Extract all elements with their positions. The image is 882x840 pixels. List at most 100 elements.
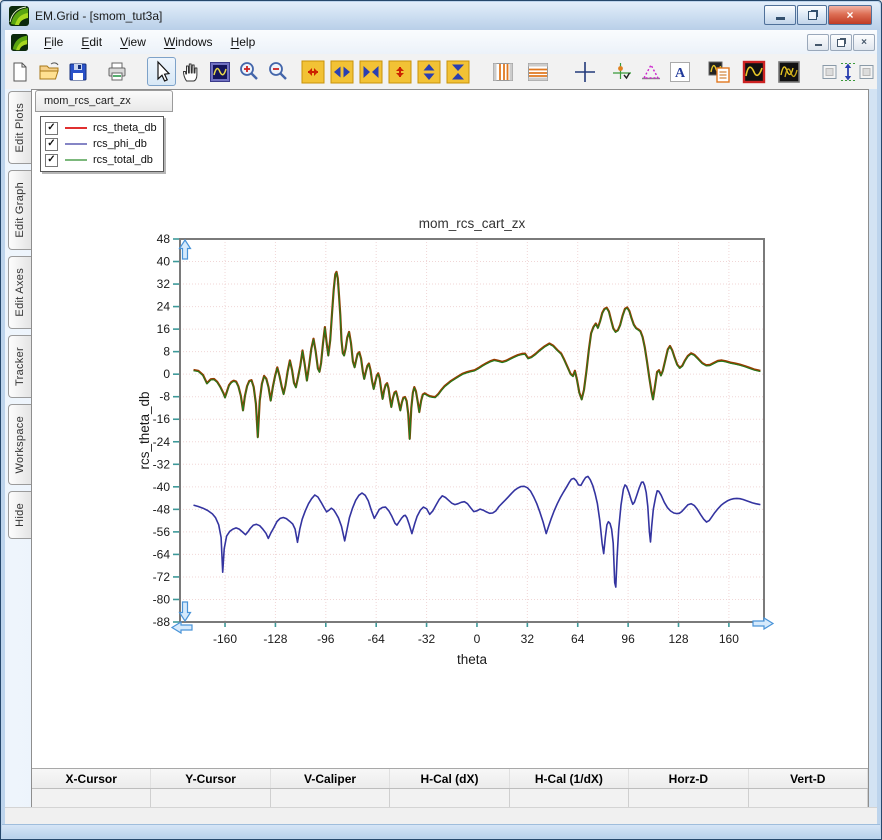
mdi-minimize-button[interactable] — [807, 34, 829, 51]
legend-box[interactable]: ✓ rcs_theta_db ✓ rcs_phi_db ✓ rcs_total_db — [40, 116, 164, 172]
y-tick-label: -24 — [153, 435, 171, 449]
readout-value — [629, 789, 749, 807]
title-bar[interactable]: EM.Grid - [smom_tut3a] × — [2, 2, 880, 30]
menu-item-view[interactable]: View — [111, 32, 155, 52]
sidebar-tab-strip: Edit Plots Edit Graph Edit Axes Tracker Work… — [5, 91, 31, 539]
graph-dark-icon — [777, 60, 801, 84]
tracker-icon — [610, 60, 634, 84]
multi-graph-button[interactable] — [774, 57, 803, 86]
shrink-x-button[interactable] — [327, 57, 356, 86]
chart-title: mom_rcs_cart_zx — [419, 216, 526, 231]
y-tick-label: 24 — [157, 300, 171, 314]
pan-down-arrow-icon — [178, 601, 192, 623]
pan-up-arrow-icon — [178, 238, 192, 260]
readout-header-y-cursor: Y-Cursor — [151, 769, 271, 788]
mdi-restore-button[interactable] — [830, 34, 852, 51]
readout-header-h-cal-dx-: H-Cal (dX) — [390, 769, 510, 788]
svg-text:A: A — [674, 66, 685, 81]
shrink-y-button[interactable] — [414, 57, 443, 86]
legend-checkbox[interactable]: ✓ — [45, 121, 58, 135]
y-tick-label: -88 — [153, 615, 171, 629]
v-autofit-control[interactable] — [819, 57, 877, 86]
readout-value — [509, 789, 630, 807]
sidebar-tab-edit-axes[interactable]: Edit Axes — [8, 256, 31, 329]
graph-style-button[interactable] — [739, 57, 768, 86]
expand-y-button[interactable] — [385, 57, 414, 86]
x-axis-label: theta — [457, 652, 488, 667]
sidebar-tab-workspace[interactable]: Workspace — [8, 403, 31, 486]
legend-checkbox[interactable]: ✓ — [45, 137, 58, 151]
pan-left-arrow-icon — [170, 620, 193, 635]
vertical-gridlines-button[interactable] — [488, 57, 517, 86]
menu-item-file[interactable]: File — [35, 32, 72, 52]
menu-item-edit[interactable]: Edit — [72, 32, 111, 52]
y-tick-label: -48 — [153, 502, 171, 516]
app-logo-icon — [9, 6, 29, 26]
zoom-in-button[interactable] — [234, 57, 263, 86]
window-bottom-border — [2, 824, 880, 838]
graph-red-icon — [742, 60, 766, 84]
select-tool-button[interactable] — [147, 57, 176, 86]
sidebar-tab-edit-plots[interactable]: Edit Plots — [8, 91, 31, 165]
x-tick-label: -128 — [263, 632, 287, 646]
v-shrink-icon — [417, 60, 441, 84]
y-tick-label: 40 — [157, 255, 171, 269]
open-button[interactable] — [34, 57, 63, 86]
new-file-icon — [8, 60, 32, 84]
legend-line-swatch — [65, 143, 87, 145]
open-folder-icon — [37, 60, 61, 84]
pan-arrows[interactable] — [170, 238, 775, 635]
mirror-x-button[interactable] — [356, 57, 385, 86]
chart-canvas[interactable]: 48 40 32 24 16 8 0 -8 -16 -24 -32 -40 -48 -56 -64 -72 -8… — [32, 90, 868, 807]
v-gridlines-icon — [491, 60, 515, 84]
close-button[interactable]: × — [828, 5, 872, 25]
horizontal-gridlines-button[interactable] — [523, 57, 552, 86]
minimize-button[interactable] — [764, 5, 796, 25]
readout-value — [32, 789, 152, 807]
readout-header-horz-d: Horz-D — [629, 769, 749, 788]
legend-line-swatch — [65, 159, 87, 161]
tracker-readout-table: X-Cursor Y-Cursor V-Caliper H-Cal (dX) H-Cal… — [32, 768, 868, 807]
readout-value — [270, 789, 391, 807]
plot-border — [179, 238, 765, 623]
tick-marks — [173, 238, 730, 627]
x-tick-label: -32 — [418, 632, 436, 646]
x-tick-label: 64 — [571, 632, 585, 646]
sidebar-tab-tracker[interactable]: Tracker — [8, 334, 31, 398]
legend-label: rcs_theta_db — [93, 122, 157, 134]
tracker-button[interactable] — [607, 57, 636, 86]
sidebar-tab-edit-graph[interactable]: Edit Graph — [8, 170, 31, 251]
plot-properties-button[interactable] — [704, 57, 733, 86]
restore-button[interactable] — [797, 5, 827, 25]
y-tick-label: -40 — [153, 480, 171, 494]
menu-item-windows[interactable]: Windows — [155, 32, 222, 52]
expand-x-button[interactable] — [298, 57, 327, 86]
zoom-region-button[interactable] — [205, 57, 234, 86]
h-shrink-icon — [330, 60, 354, 84]
crosshair-button[interactable] — [570, 57, 599, 86]
legend-item-rcs_phi_db: ✓ rcs_phi_db — [45, 136, 157, 152]
caliper-button[interactable] — [636, 57, 665, 86]
x-tick-label: 128 — [668, 632, 688, 646]
y-tick-label: -32 — [153, 457, 171, 471]
menu-item-help[interactable]: Help — [222, 32, 265, 52]
zoom-out-button[interactable] — [263, 57, 292, 86]
y-tick-label: 0 — [163, 367, 170, 381]
print-button[interactable] — [102, 57, 131, 86]
sidebar-tab-label: Edit Graph — [14, 182, 26, 239]
sidebar-tab-hide[interactable]: Hide — [8, 491, 31, 539]
mdi-close-button[interactable]: × — [853, 34, 875, 51]
h-mirror-icon — [359, 60, 383, 84]
v-mirror-icon — [446, 60, 470, 84]
save-button[interactable] — [63, 57, 92, 86]
legend-checkbox[interactable]: ✓ — [45, 153, 58, 167]
legend-line-swatch — [65, 127, 87, 129]
h-expand-icon — [301, 60, 325, 84]
sidebar-tab-label: Workspace — [14, 415, 26, 474]
new-file-button[interactable] — [5, 57, 34, 86]
mirror-y-button[interactable] — [443, 57, 472, 86]
x-tick-label: -160 — [213, 632, 237, 646]
pan-tool-button[interactable] — [176, 57, 205, 86]
y-tick-label: -16 — [153, 412, 171, 426]
text-label-button[interactable]: A — [665, 57, 694, 86]
